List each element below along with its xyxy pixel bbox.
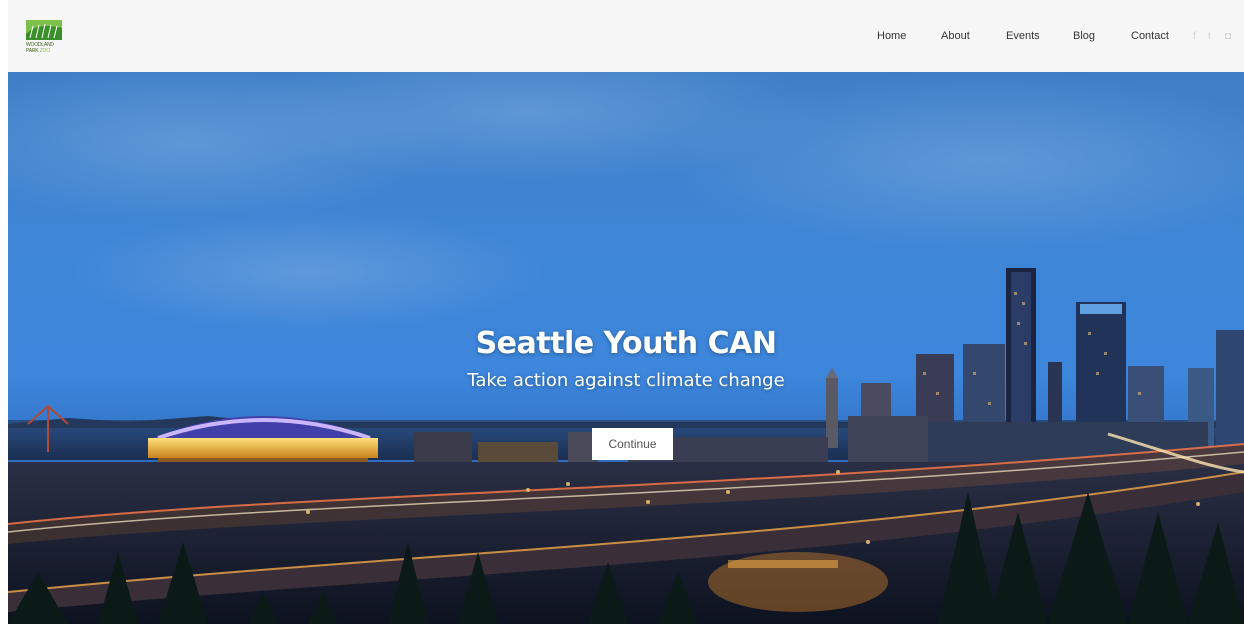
logo-text-park: PARK — [26, 48, 39, 54]
continue-button[interactable]: Continue — [592, 428, 673, 460]
top-navbar: WOODLAND PARK ZOO Home About Events Blog… — [8, 0, 1244, 72]
nav-events-link[interactable]: Events — [1006, 30, 1040, 42]
nav-home-link[interactable]: Home — [877, 30, 906, 42]
hero-title: Seattle Youth CAN — [475, 326, 777, 361]
nav-blog-link[interactable]: Blog — [1073, 30, 1095, 42]
hero-subtitle: Take action against climate change — [467, 370, 785, 391]
logo-text-park-zoo: PARK ZOO — [26, 48, 50, 54]
hero-section: Seattle Youth CAN Take action against cl… — [8, 72, 1244, 624]
main-nav: Home About Events Blog Contact — [8, 30, 1244, 46]
instagram-icon[interactable]: ◘ — [1225, 31, 1231, 42]
facebook-icon[interactable]: f — [1193, 31, 1196, 42]
nav-contact-link[interactable]: Contact — [1131, 30, 1169, 42]
twitter-icon[interactable]: t — [1208, 31, 1211, 42]
nav-about-link[interactable]: About — [941, 30, 970, 42]
logo-text-zoo: ZOO — [39, 48, 50, 54]
